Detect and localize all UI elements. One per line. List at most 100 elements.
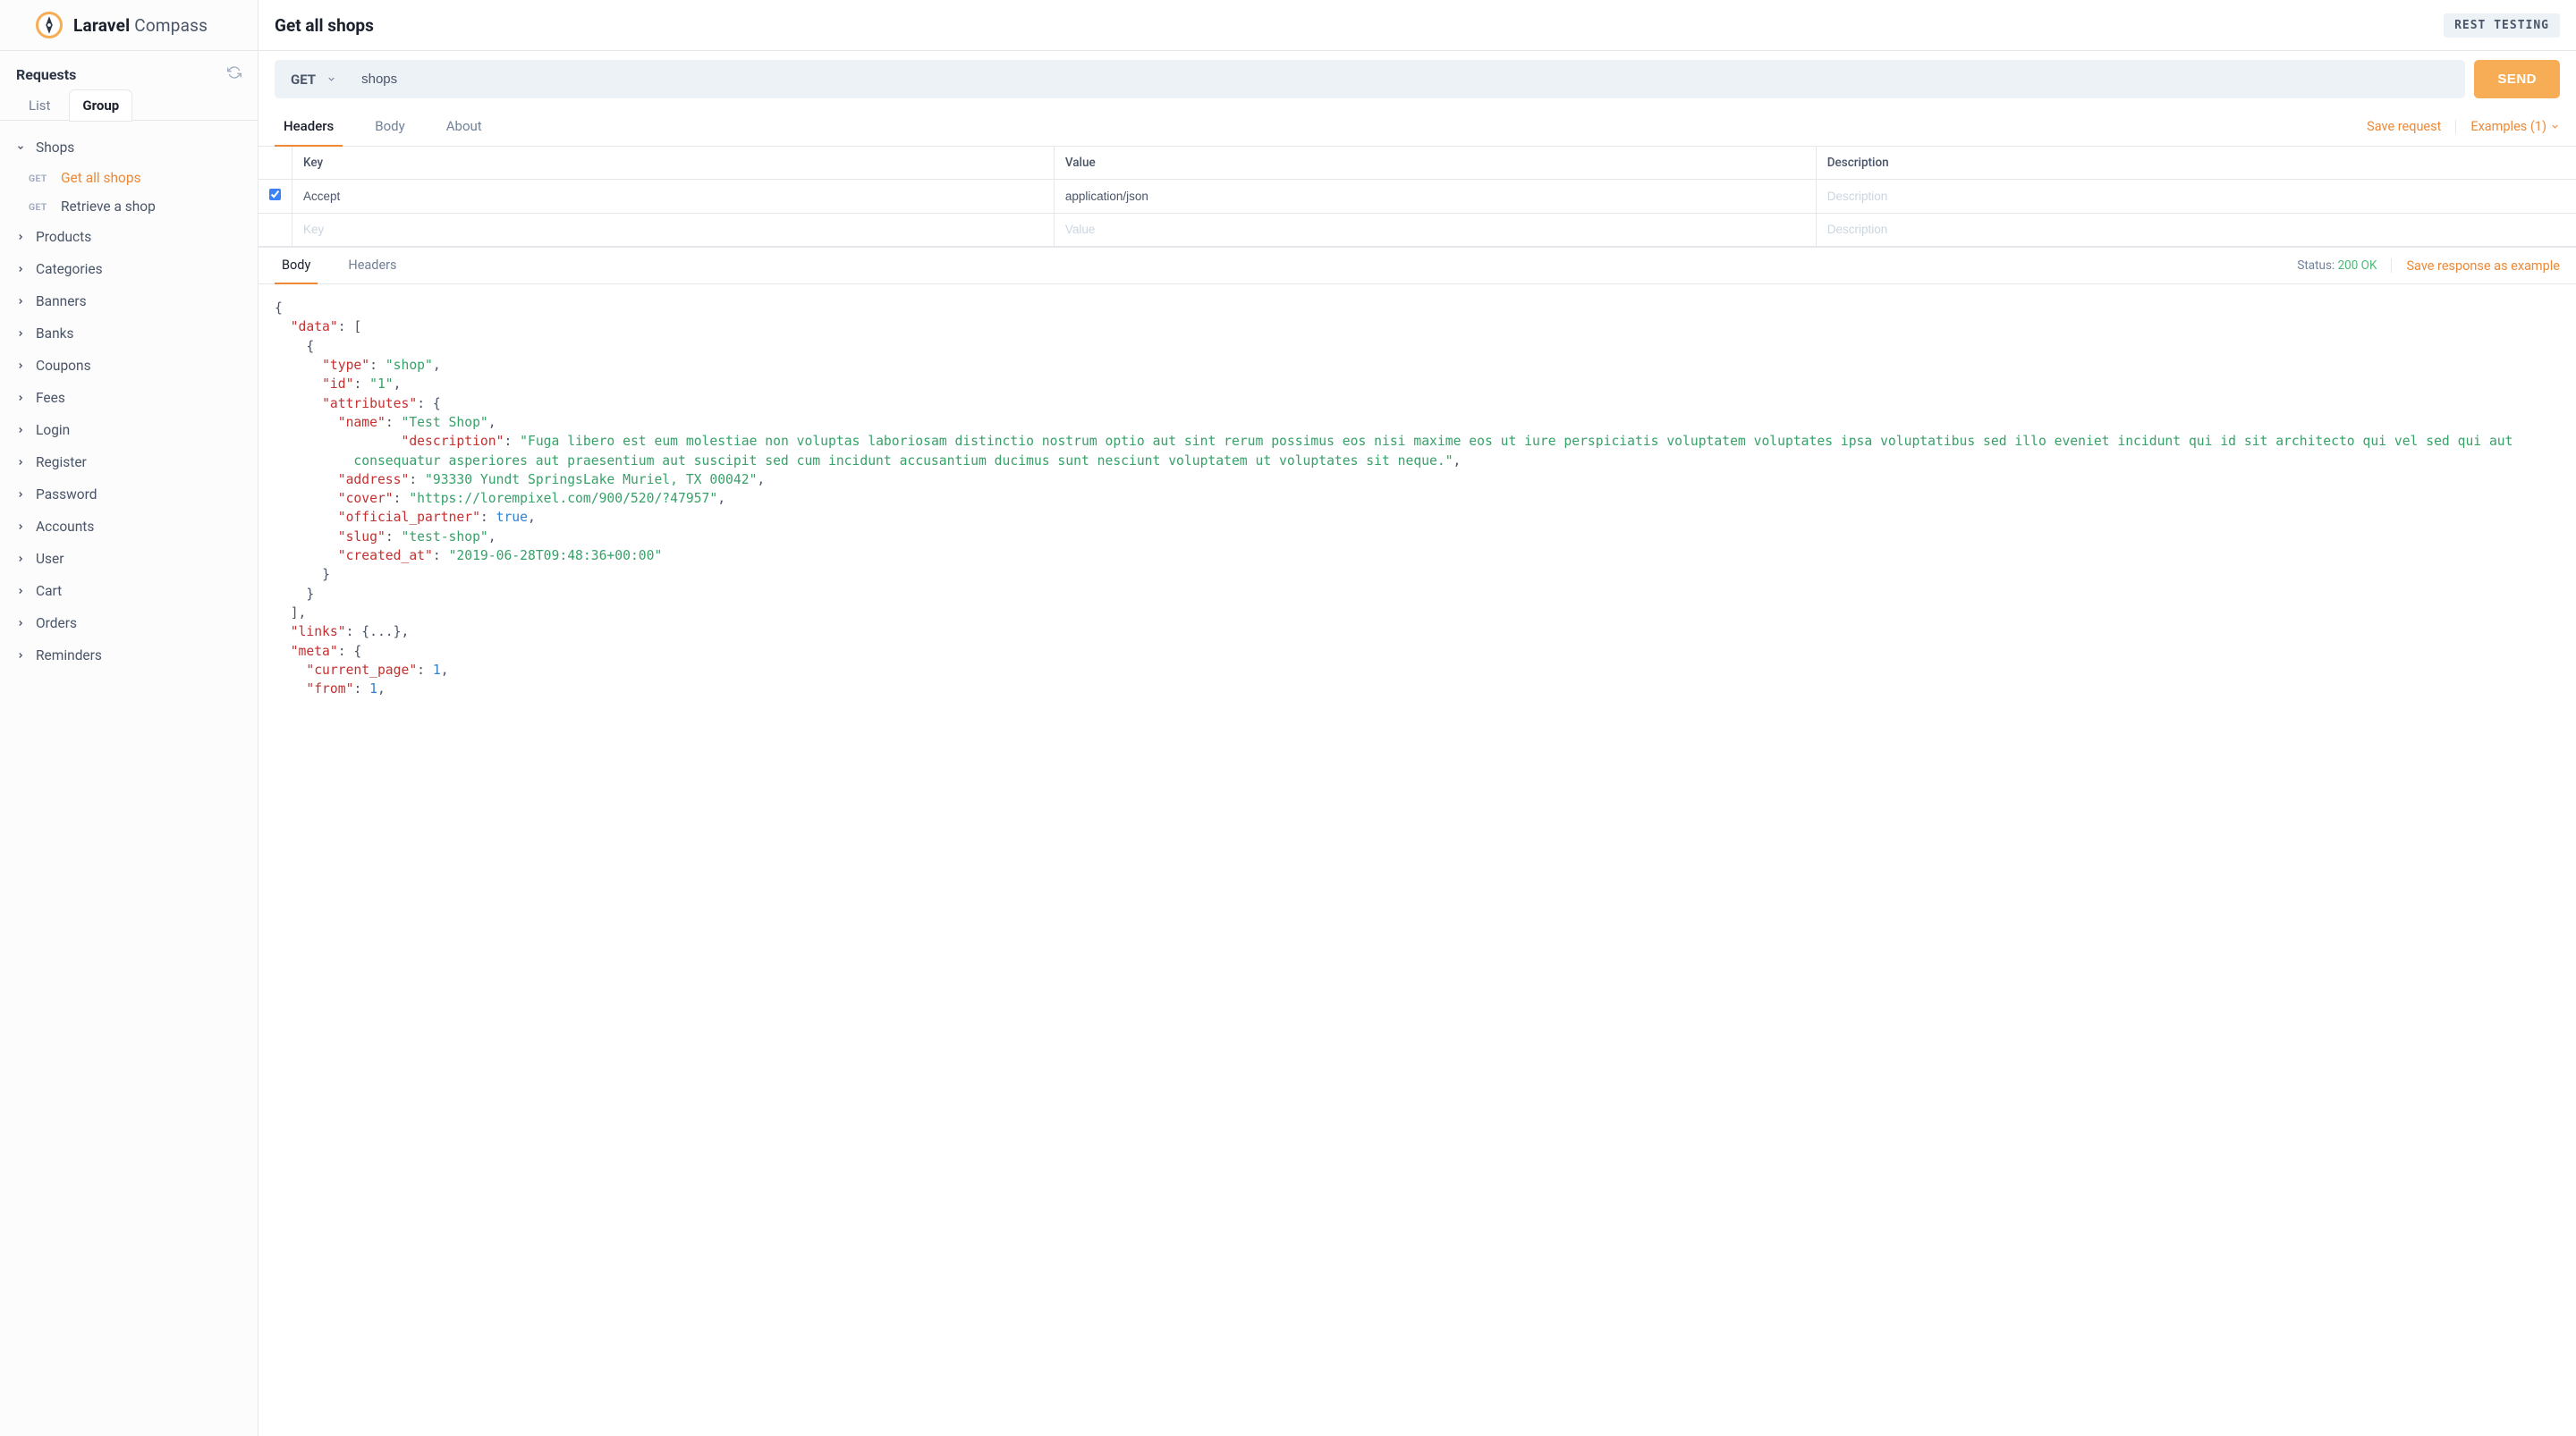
request-tree: Shops GET Get all shops GET Retrieve a shop P… <box>0 121 258 682</box>
sidebar-group-label: Categories <box>36 261 103 277</box>
chevron-right-icon <box>16 651 29 660</box>
header-value-input[interactable] <box>1065 190 1805 203</box>
tab-list[interactable]: List <box>16 90 63 121</box>
sidebar-group[interactable]: Products <box>0 221 258 253</box>
sidebar-group[interactable]: Register <box>0 446 258 478</box>
sidebar-group[interactable]: Password <box>0 478 258 511</box>
header-key-input[interactable] <box>303 223 1043 236</box>
col-key: Key <box>292 147 1055 180</box>
sidebar-group-label: User <box>36 551 64 567</box>
sidebar-group[interactable]: Banners <box>0 285 258 317</box>
sidebar-group[interactable]: Orders <box>0 607 258 639</box>
save-request-link[interactable]: Save request <box>2367 119 2441 134</box>
tab-response-headers[interactable]: Headers <box>341 248 403 284</box>
chevron-right-icon <box>16 329 29 338</box>
tab-about[interactable]: About <box>437 107 491 147</box>
tab-body[interactable]: Body <box>366 107 413 147</box>
sidebar-group-label: Login <box>36 422 70 438</box>
sidebar-item[interactable]: GET Get all shops <box>0 164 258 192</box>
sidebar-group[interactable]: User <box>0 543 258 575</box>
response-tabs: Body Headers Status: 200 OK Save respons… <box>258 247 2576 284</box>
sidebar-item-label: Get all shops <box>61 170 141 186</box>
sidebar-group-label: Coupons <box>36 358 91 374</box>
request-tabs: Headers Body About Save request Examples… <box>258 107 2576 147</box>
response-status: Status: 200 OK <box>2297 258 2377 273</box>
sidebar-group[interactable]: Cart <box>0 575 258 607</box>
chevron-right-icon <box>16 522 29 531</box>
view-tabs: List Group <box>0 90 258 121</box>
chevron-right-icon <box>16 587 29 596</box>
chevron-right-icon <box>16 361 29 370</box>
topbar: Get all shops REST TESTING <box>258 0 2576 51</box>
sidebar-group[interactable]: Fees <box>0 382 258 414</box>
method-badge: GET <box>29 201 54 213</box>
chevron-right-icon <box>16 554 29 563</box>
sidebar-group[interactable]: Banks <box>0 317 258 350</box>
sidebar-item-label: Retrieve a shop <box>61 199 156 215</box>
sidebar-group[interactable]: Coupons <box>0 350 258 382</box>
chevron-right-icon <box>16 490 29 499</box>
tab-group[interactable]: Group <box>70 90 131 121</box>
sidebar-group[interactable]: Shops <box>0 131 258 164</box>
sidebar-group-label: Cart <box>36 583 62 599</box>
save-response-link[interactable]: Save response as example <box>2406 258 2560 274</box>
chevron-right-icon <box>16 232 29 241</box>
tab-response-body[interactable]: Body <box>275 248 318 284</box>
method-label: GET <box>291 72 316 88</box>
method-badge: GET <box>29 173 54 184</box>
sidebar-group-label: Fees <box>36 390 65 406</box>
table-row <box>258 214 2576 247</box>
sidebar-group-label: Banks <box>36 325 74 342</box>
main-panel: Get all shops REST TESTING GET SEND Head… <box>258 0 2576 1436</box>
send-button[interactable]: SEND <box>2474 60 2560 98</box>
divider <box>2455 120 2456 134</box>
sidebar: Laravel Compass Requests List Group Shop… <box>0 0 258 1436</box>
sidebar-group-label: Reminders <box>36 647 102 663</box>
sidebar-group-label: Password <box>36 486 97 503</box>
header-value-input[interactable] <box>1065 223 1805 236</box>
header-desc-input[interactable] <box>1827 190 2565 203</box>
page-title: Get all shops <box>275 15 374 36</box>
requests-heading: Requests <box>16 66 76 83</box>
header-desc-input[interactable] <box>1827 223 2565 236</box>
col-desc: Description <box>1816 147 2576 180</box>
chevron-right-icon <box>16 619 29 628</box>
refresh-icon[interactable] <box>227 65 242 83</box>
tab-headers[interactable]: Headers <box>275 107 343 147</box>
url-input[interactable] <box>349 60 2465 98</box>
sidebar-group-label: Accounts <box>36 519 94 535</box>
header-enabled-checkbox[interactable] <box>269 189 281 200</box>
table-row <box>258 180 2576 214</box>
chevron-right-icon <box>16 458 29 467</box>
divider <box>2391 258 2392 273</box>
chevron-right-icon <box>16 393 29 402</box>
chevron-down-icon <box>2550 122 2560 131</box>
brand: Laravel Compass <box>0 0 258 51</box>
sidebar-group[interactable]: Login <box>0 414 258 446</box>
sidebar-group-label: Banners <box>36 293 87 309</box>
chevron-down-icon <box>326 74 336 84</box>
col-value: Value <box>1054 147 1816 180</box>
sidebar-group[interactable]: Reminders <box>0 639 258 672</box>
sidebar-group-label: Products <box>36 229 91 245</box>
examples-dropdown[interactable]: Examples (1) <box>2470 119 2560 134</box>
request-bar: GET SEND <box>258 51 2576 107</box>
chevron-right-icon <box>16 426 29 435</box>
sidebar-group-label: Register <box>36 454 87 470</box>
compass-logo-icon <box>36 12 63 38</box>
sidebar-group-label: Shops <box>36 139 74 156</box>
header-key-input[interactable] <box>303 190 1043 203</box>
brand-title: Laravel Compass <box>73 15 208 36</box>
sidebar-group[interactable]: Accounts <box>0 511 258 543</box>
chevron-right-icon <box>16 297 29 306</box>
method-select[interactable]: GET <box>275 60 349 98</box>
chevron-down-icon <box>16 143 29 152</box>
sidebar-group[interactable]: Categories <box>0 253 258 285</box>
sidebar-group-label: Orders <box>36 615 77 631</box>
env-badge: REST TESTING <box>2444 13 2560 38</box>
chevron-right-icon <box>16 265 29 274</box>
headers-table: Key Value Description <box>258 147 2576 247</box>
examples-label: Examples (1) <box>2470 119 2546 134</box>
response-body: { "data": [ { "type": "shop", "id": "1",… <box>258 284 2576 1436</box>
sidebar-item[interactable]: GET Retrieve a shop <box>0 192 258 221</box>
